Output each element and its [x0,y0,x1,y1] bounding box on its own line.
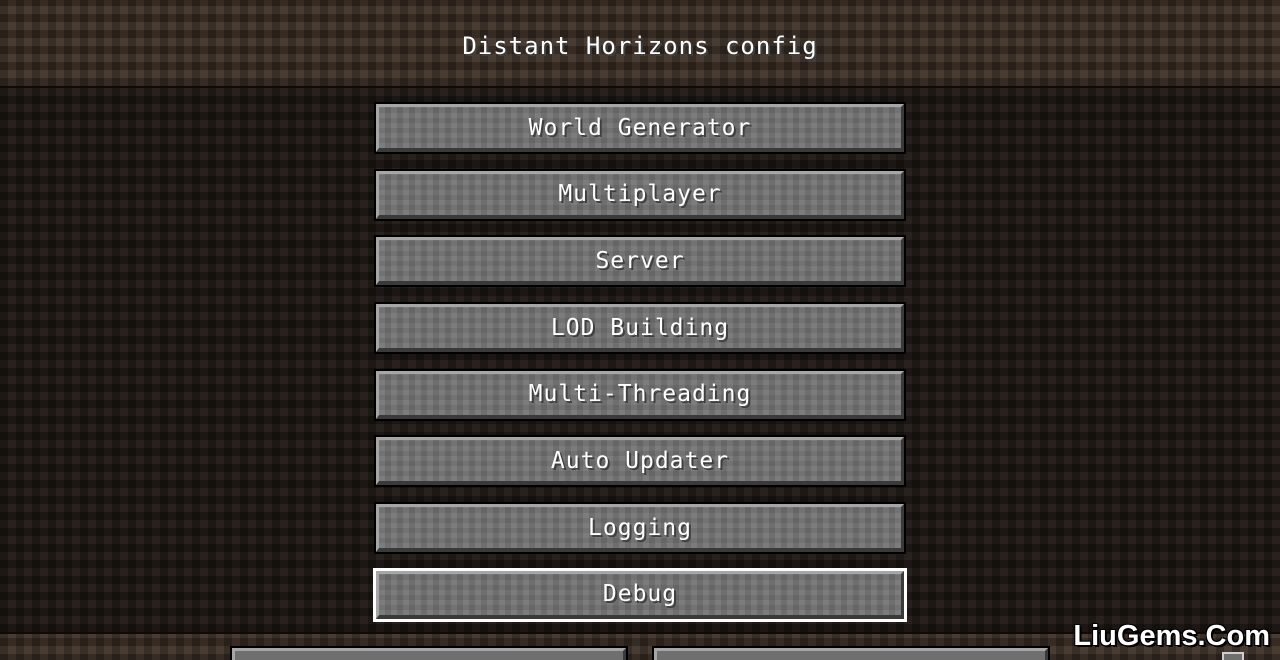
world-generator-label: World Generator [528,114,752,141]
bottom-right-button[interactable] [652,646,1050,660]
auto-updater-button[interactable]: Auto Updater [374,435,906,488]
auto-updater-label: Auto Updater [550,447,730,474]
multiplayer-label: Multiplayer [558,181,722,208]
multi-threading-label: Multi-Threading [528,381,752,408]
multi-threading-button[interactable]: Multi-Threading [374,368,906,421]
world-generator-button[interactable]: World Generator [374,102,906,154]
lod-building-label: LOD Building [550,314,730,341]
config-category-list: World Generator Multiplayer Server LOD B… [373,102,907,638]
debug-label: Debug [602,581,678,608]
multiplayer-button[interactable]: Multiplayer [374,168,906,221]
logging-button[interactable]: Logging [374,502,906,555]
server-label: Server [595,247,685,274]
lod-building-button[interactable]: LOD Building [374,302,906,355]
debug-button[interactable]: Debug [373,567,907,622]
bottom-left-button[interactable] [230,646,628,660]
corner-square-icon[interactable] [1222,652,1244,660]
config-screen: Distant Horizons config World Generator … [0,0,1280,660]
server-button[interactable]: Server [374,235,906,288]
screen-title: Distant Horizons config [462,32,818,60]
logging-label: Logging [588,514,692,541]
watermark-text: LiuGems.Com [1073,620,1270,652]
